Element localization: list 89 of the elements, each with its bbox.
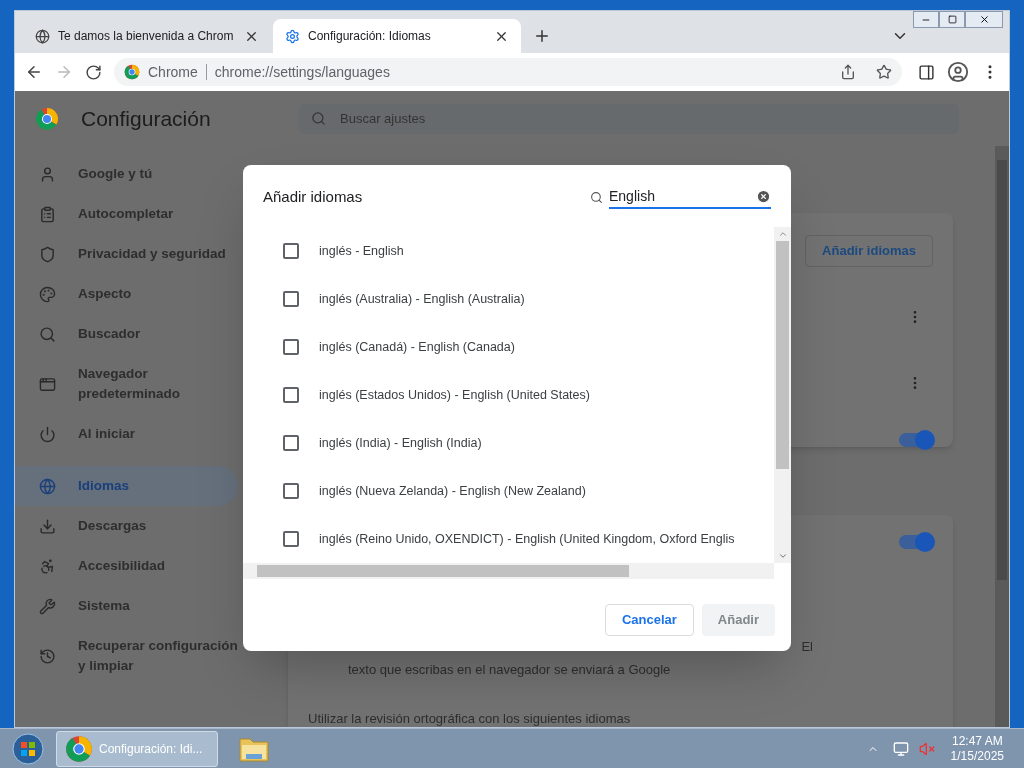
checkbox[interactable] [283,483,299,499]
checkbox[interactable] [283,435,299,451]
sidebar-item[interactable]: Buscador [15,314,238,354]
taskbar-app[interactable]: Configuración: Idi... [56,730,218,767]
sidebar-item[interactable]: Idiomas [15,466,238,506]
checkbox[interactable] [283,531,299,547]
maximize-button[interactable] [939,11,965,28]
browser-tab[interactable]: Configuración: Idiomas [273,19,521,53]
sidebar-item[interactable]: Descargas [15,506,238,546]
chrome-logo-icon [35,106,59,131]
checkbox[interactable] [283,387,299,403]
tab-title: Configuración: Idiomas [308,28,432,45]
add-languages-button[interactable]: Añadir idiomas [805,235,933,267]
clock[interactable]: 12:47 AM 1/15/2025 [950,733,1004,764]
language-label: inglés (Australia) - English (Australia) [319,290,525,308]
sidebar-item[interactable]: Autocompletar [15,194,238,234]
accessibility-icon [39,557,56,575]
language-option[interactable]: inglés (Nueva Zelanda) - English (New Zealand) [243,467,774,515]
language-label: inglés (Estados Unidos) - English (United States) [319,386,590,404]
new-tab-icon[interactable] [533,27,551,45]
language-label: inglés (Nueva Zelanda) - English (New Zealand) [319,482,586,500]
search-icon [590,190,603,204]
language-label: inglés - English [319,242,404,260]
maximize-icon [947,15,957,24]
power-icon [39,425,56,443]
bookmark-star-icon[interactable] [876,64,892,80]
scroll-down-icon[interactable] [777,551,788,561]
sidebar-item[interactable]: Recuperar configuración y limpiar [15,626,238,686]
toggle-switch[interactable] [899,433,933,447]
address-bar[interactable]: Chrome chrome://settings/languages [114,58,902,86]
language-option[interactable]: inglés - English [243,227,774,275]
description-text: texto que escribas en el navegador se enviará a Google [348,660,672,679]
site-icon [124,64,140,80]
person-icon [39,165,56,183]
checkbox[interactable] [283,339,299,355]
download-icon [39,517,56,535]
sidebar-item[interactable]: Navegador predeterminado [15,354,238,414]
history-icon [39,647,56,665]
url-text: chrome://settings/languages [214,62,390,82]
language-option[interactable]: inglés (Canadá) - English (Canada) [243,323,774,371]
sidebar-item[interactable]: Aspecto [15,274,238,314]
gear-icon [285,28,300,44]
scroll-thumb[interactable] [776,241,789,469]
language-label: inglés (India) - English (India) [319,434,482,452]
description-text: El [801,638,813,656]
language-label: inglés (Canadá) - English (Canada) [319,338,515,356]
spellcheck-label: Utilizar la revisión ortográfica con los siguientes idiomas [308,710,632,727]
browser-tab[interactable]: Te damos la bienvenida a Chrom [23,19,271,53]
sidebar-item[interactable]: Privacidad y seguridad [15,234,238,274]
window-icon [39,375,56,393]
site-label: Chrome [148,62,198,82]
search-placeholder: Buscar ajustes [340,109,426,128]
clear-search-icon[interactable] [756,188,771,204]
page-title: Configuración [81,105,212,132]
palette-icon [39,285,56,303]
close-icon [978,14,990,25]
globe-icon [39,477,56,495]
search-icon [311,111,326,126]
settings-search-field[interactable]: Buscar ajustes [299,103,959,134]
dialog-title: Añadir idiomas [263,186,363,207]
start-orb-icon [12,732,44,765]
sidebar-item[interactable]: Google y tú [15,154,238,194]
profile-icon[interactable] [947,61,969,83]
language-option[interactable]: inglés (Reino Unido, OXENDICT) - English (United Kingdom, Oxford Englis [243,515,774,563]
side-panel-icon[interactable] [918,63,935,81]
shield-icon [39,245,56,263]
language-label: inglés (Reino Unido, OXENDICT) - English (United Kingdom, Oxford Englis [319,530,735,548]
globe-icon [35,28,50,44]
checkbox[interactable] [283,291,299,307]
chrome-icon [65,734,93,763]
toggle-switch[interactable] [899,535,933,549]
scroll-thumb[interactable] [257,565,629,577]
back-icon[interactable] [25,63,43,81]
sidebar-item[interactable]: Sistema [15,586,238,626]
checkbox[interactable] [283,243,299,259]
reload-icon[interactable] [85,63,102,81]
wrench-icon [39,597,56,615]
tab-title: Te damos la bienvenida a Chrom [58,28,235,45]
search-icon [39,325,56,343]
sidebar-item[interactable]: Accesibilidad [15,546,238,586]
network-icon[interactable] [892,740,909,757]
language-option[interactable]: inglés (Estados Unidos) - English (United States) [243,371,774,419]
language-option[interactable]: inglés (India) - English (India) [243,419,774,467]
clipboard-icon [39,205,56,223]
language-option[interactable]: inglés (Australia) - English (Australia) [243,275,774,323]
language-search-field[interactable]: English [609,185,771,209]
share-icon[interactable] [840,64,856,80]
sidebar-item[interactable]: Al iniciar [15,414,238,454]
cancel-button[interactable]: Cancelar [604,604,694,636]
